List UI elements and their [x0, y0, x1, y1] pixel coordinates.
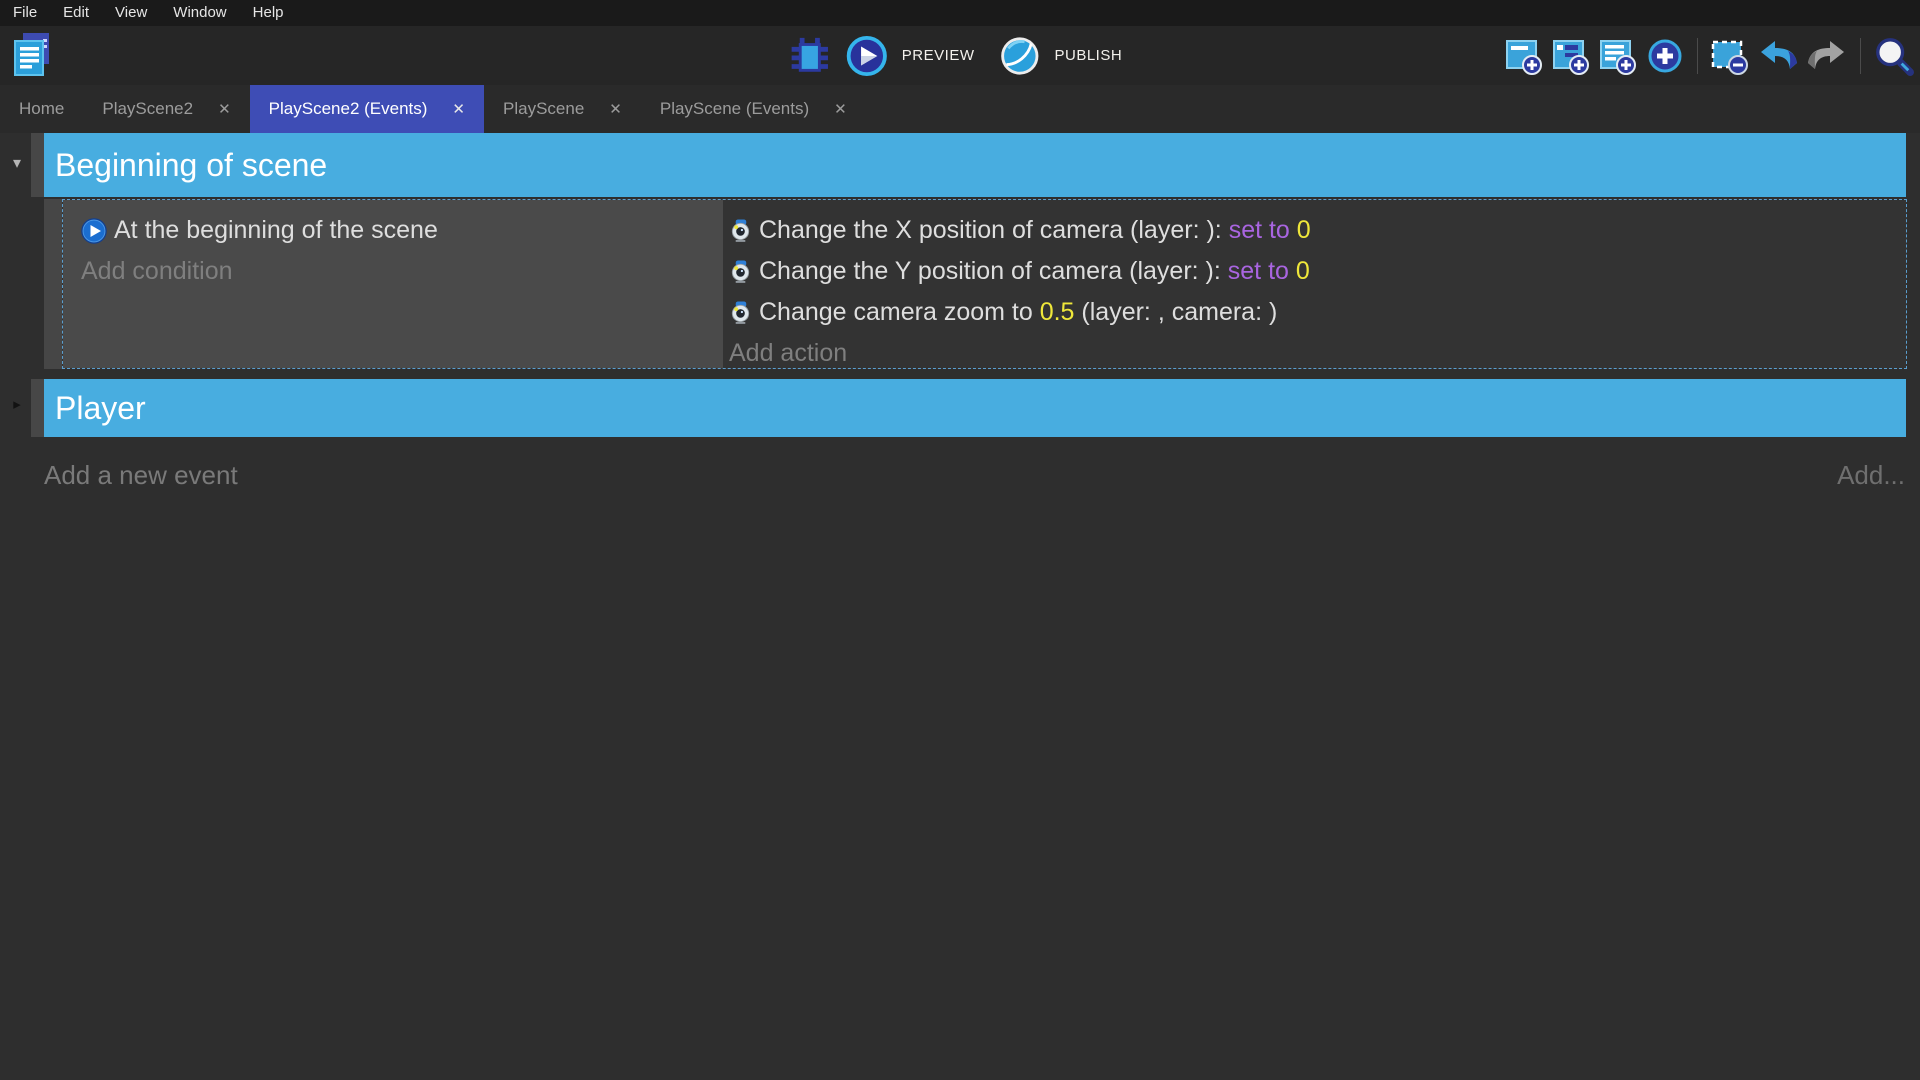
camera-icon [729, 260, 752, 283]
tab[interactable]: PlayScene (Events) ✕ [641, 85, 866, 133]
group-gutter [31, 379, 44, 437]
menu-item[interactable]: Window [160, 0, 239, 26]
action-text: Change camera zoom to 0.5 (layer: , came… [759, 298, 1277, 327]
add-action-link[interactable]: Add action [729, 333, 1906, 374]
tab-label: PlayScene [503, 99, 584, 119]
action-text: Change the X position of camera (layer: … [759, 216, 1311, 245]
main-toolbar: PREVIEW PUBLISH [0, 26, 1920, 85]
add-new-event-link[interactable]: Add a new event [44, 460, 238, 491]
add-condition-link[interactable]: Add condition [81, 251, 723, 292]
condition-play-icon [81, 218, 107, 244]
collapse-arrow-icon[interactable]: ▾ [8, 153, 26, 173]
tab[interactable]: PlayScene2 (Events) ✕ [250, 85, 484, 133]
preview-play-icon[interactable] [846, 35, 888, 77]
add-event-row: Add a new event Add... [44, 455, 1905, 495]
menu-item[interactable]: Help [240, 0, 297, 26]
event-left-margin [44, 199, 62, 369]
action-text: Change the Y position of camera (layer: … [759, 257, 1310, 286]
condition-text: At the beginning of the scene [114, 216, 438, 245]
tab-label: PlayScene2 (Events) [269, 99, 428, 119]
action-row[interactable]: Change the X position of camera (layer: … [729, 210, 1906, 251]
conditions-column: At the beginning of the scene Add condit… [63, 200, 723, 368]
tab-label: PlayScene (Events) [660, 99, 809, 119]
menu-bar: FileEditViewWindowHelp [0, 0, 1920, 26]
menu-item[interactable]: View [102, 0, 160, 26]
tab-label: PlayScene2 [102, 99, 193, 119]
tab-label: Home [19, 99, 64, 119]
actions-column: Change the X position of camera (layer: … [723, 200, 1906, 368]
toolbar-separator [1697, 38, 1698, 74]
search-icon[interactable] [1874, 36, 1914, 76]
tab[interactable]: PlayScene ✕ [484, 85, 641, 133]
delete-selection-icon[interactable] [1711, 37, 1749, 75]
toolbar-separator [1860, 38, 1861, 74]
action-row[interactable]: Change camera zoom to 0.5 (layer: , came… [729, 292, 1906, 333]
menu-item[interactable]: Edit [50, 0, 102, 26]
event-group-header[interactable]: Player [44, 379, 1906, 437]
preview-button[interactable]: PREVIEW [902, 47, 975, 64]
redo-icon[interactable] [1807, 36, 1847, 76]
events-sheet: ▾ Beginning of scene At the beginning of… [0, 133, 1920, 1080]
tab-close-icon[interactable]: ✕ [218, 100, 231, 118]
group-title: Player [55, 390, 146, 427]
undo-icon[interactable] [1758, 36, 1798, 76]
condition-row[interactable]: At the beginning of the scene [81, 210, 723, 251]
tab-close-icon[interactable]: ✕ [452, 100, 465, 118]
menu-item[interactable]: File [0, 0, 50, 26]
project-manager-icon[interactable] [12, 32, 52, 78]
event-block-selected[interactable]: At the beginning of the scene Add condit… [62, 199, 1907, 369]
add-comment-icon[interactable] [1599, 37, 1637, 75]
group-title: Beginning of scene [55, 147, 327, 184]
publish-globe-icon[interactable] [998, 35, 1040, 77]
camera-icon [729, 301, 752, 324]
action-row[interactable]: Change the Y position of camera (layer: … [729, 251, 1906, 292]
debug-icon[interactable] [788, 34, 832, 78]
camera-icon [729, 219, 752, 242]
event-group-header[interactable]: Beginning of scene [44, 133, 1906, 197]
tab-close-icon[interactable]: ✕ [834, 100, 847, 118]
add-more-icon[interactable] [1646, 37, 1684, 75]
tab[interactable]: PlayScene2 ✕ [83, 85, 249, 133]
add-more-link[interactable]: Add... [1837, 460, 1905, 491]
group-gutter [31, 133, 44, 197]
toolbar-right-group [1505, 26, 1914, 85]
toolbar-center-group: PREVIEW PUBLISH [788, 26, 1132, 85]
expand-arrow-icon[interactable]: ▸ [8, 395, 26, 413]
tab[interactable]: Home [0, 85, 83, 133]
add-subevent-icon[interactable] [1552, 37, 1590, 75]
tab-close-icon[interactable]: ✕ [609, 100, 622, 118]
tab-bar: Home PlayScene2 ✕ PlayScene2 (Events) ✕ … [0, 85, 1920, 133]
publish-button[interactable]: PUBLISH [1054, 47, 1122, 64]
add-event-icon[interactable] [1505, 37, 1543, 75]
